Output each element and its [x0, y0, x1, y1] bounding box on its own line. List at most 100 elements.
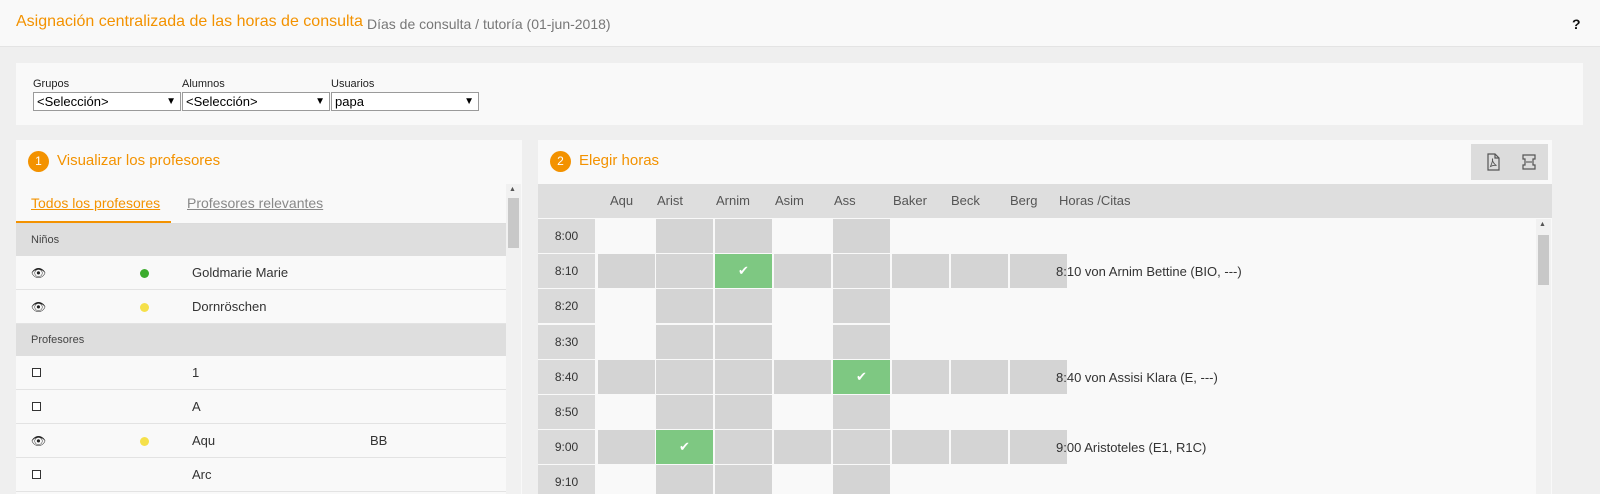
time-slot: 8:30: [538, 324, 595, 359]
busy-slot[interactable]: [833, 465, 890, 494]
schedule-row: 9:10: [538, 465, 1534, 494]
busy-slot[interactable]: [774, 254, 831, 289]
status-dot: [140, 269, 149, 278]
alumnos-select[interactable]: <Selección> ▼: [182, 92, 330, 111]
time-slot: 8:00: [538, 219, 595, 253]
checkbox[interactable]: [32, 402, 41, 411]
busy-slot[interactable]: [656, 289, 713, 324]
scrollbar-thumb[interactable]: [1538, 235, 1549, 285]
tab-all-teachers[interactable]: Todos los profesores: [31, 195, 160, 211]
teacher-row[interactable]: 👁 Dornröschen: [16, 290, 506, 324]
busy-slot[interactable]: [833, 289, 890, 324]
busy-slot[interactable]: [951, 359, 1008, 394]
dropdown-arrow-icon: ▼: [464, 96, 474, 107]
busy-slot[interactable]: [833, 430, 890, 465]
teacher-row[interactable]: Arc: [16, 458, 506, 492]
busy-slot[interactable]: [598, 359, 655, 394]
scroll-up-icon[interactable]: ▲: [1539, 221, 1546, 228]
busy-slot[interactable]: [833, 394, 890, 429]
filter-usuarios: Usuarios papa ▼: [331, 78, 479, 111]
grupos-select[interactable]: <Selección> ▼: [33, 92, 181, 111]
eye-icon[interactable]: 👁: [31, 300, 46, 314]
time-slot: 8:50: [538, 394, 595, 429]
select-value: papa: [335, 94, 364, 109]
busy-slot[interactable]: [715, 289, 772, 324]
busy-slot[interactable]: [656, 219, 713, 253]
busy-slot[interactable]: [833, 219, 890, 253]
busy-slot[interactable]: [656, 359, 713, 394]
busy-slot[interactable]: [833, 254, 890, 289]
select-value: <Selección>: [37, 94, 109, 109]
check-icon: ✔: [679, 439, 690, 455]
page-title: Asignación centralizada de las horas de …: [16, 13, 363, 30]
busy-slot[interactable]: [656, 324, 713, 359]
schedule-row: 9:00 ✔ 9:00 Aristoteles (E1, R1C): [538, 430, 1534, 465]
teacher-name: Dornröschen: [192, 299, 267, 314]
column-header: Baker: [893, 193, 927, 208]
column-header: Beck: [951, 193, 980, 208]
dropdown-arrow-icon: ▼: [166, 96, 176, 107]
scroll-up-icon[interactable]: ▲: [509, 186, 516, 193]
busy-slot[interactable]: [656, 394, 713, 429]
time-slot: 8:40: [538, 359, 595, 394]
hours-toolbar: [1471, 144, 1548, 180]
schedule-scrollbar[interactable]: ▲: [1536, 219, 1551, 494]
column-header: Asim: [775, 193, 804, 208]
appointment-text: 8:40 von Assisi Klara (E, ---): [1056, 369, 1218, 385]
busy-slot[interactable]: [715, 359, 772, 394]
busy-slot[interactable]: [598, 430, 655, 465]
scrollbar-thumb[interactable]: [508, 198, 519, 248]
busy-slot[interactable]: [892, 254, 949, 289]
busy-slot[interactable]: [833, 324, 890, 359]
appointments-header: Horas /Citas: [1059, 193, 1131, 208]
step-badge: 2: [550, 151, 571, 172]
checkbox[interactable]: [32, 470, 41, 479]
print-icon[interactable]: [1520, 153, 1538, 171]
usuarios-select[interactable]: papa ▼: [331, 92, 479, 111]
teachers-panel: 1 Visualizar los profesores Todos los pr…: [16, 140, 522, 494]
booked-slot[interactable]: ✔: [656, 430, 713, 465]
busy-slot[interactable]: [951, 430, 1008, 465]
teacher-row[interactable]: 👁 Aqu BB: [16, 424, 506, 458]
schedule-row: 8:40 ✔ 8:40 von Assisi Klara (E, ---): [538, 359, 1534, 395]
active-tab-indicator: [16, 221, 171, 223]
teacher-list-scrollbar[interactable]: ▲: [506, 184, 521, 494]
busy-slot[interactable]: [951, 254, 1008, 289]
teacher-list: Niños 👁 Goldmarie Marie 👁 Dornröschen Profeso…: [16, 224, 506, 492]
busy-slot[interactable]: [656, 254, 713, 289]
busy-slot[interactable]: [774, 359, 831, 394]
busy-slot[interactable]: [892, 359, 949, 394]
tab-relevant-teachers[interactable]: Profesores relevantes: [187, 195, 323, 211]
filter-alumnos: Alumnos <Selección> ▼: [182, 78, 330, 111]
booked-slot[interactable]: ✔: [715, 254, 772, 289]
busy-slot[interactable]: [598, 254, 655, 289]
busy-slot[interactable]: [774, 430, 831, 465]
teacher-row[interactable]: A: [16, 390, 506, 424]
column-header: Arist: [657, 193, 683, 208]
eye-icon[interactable]: 👁: [31, 266, 46, 280]
busy-slot[interactable]: [656, 465, 713, 494]
booked-slot[interactable]: ✔: [833, 359, 890, 394]
teacher-name: 1: [192, 365, 200, 380]
teacher-row[interactable]: 👁 Goldmarie Marie: [16, 256, 506, 290]
busy-slot[interactable]: [715, 430, 772, 465]
app-header: Asignación centralizada de las horas de …: [0, 0, 1600, 47]
schedule-row: 8:00: [538, 219, 1534, 254]
column-header: Arnim: [716, 193, 750, 208]
check-icon: ✔: [856, 368, 867, 384]
teacher-name: A: [192, 399, 201, 414]
checkbox[interactable]: [32, 368, 41, 377]
eye-icon[interactable]: 👁: [31, 434, 46, 448]
busy-slot[interactable]: [715, 394, 772, 429]
help-button[interactable]: ?: [1572, 16, 1581, 32]
step-badge: 1: [28, 151, 49, 172]
schedule-row: 8:50: [538, 394, 1534, 430]
busy-slot[interactable]: [892, 430, 949, 465]
teacher-row[interactable]: 1: [16, 356, 506, 390]
busy-slot[interactable]: [715, 465, 772, 494]
pdf-icon[interactable]: [1484, 153, 1502, 171]
column-header: Ass: [834, 193, 856, 208]
busy-slot[interactable]: [715, 324, 772, 359]
column-header: Berg: [1010, 193, 1038, 208]
busy-slot[interactable]: [715, 219, 772, 253]
